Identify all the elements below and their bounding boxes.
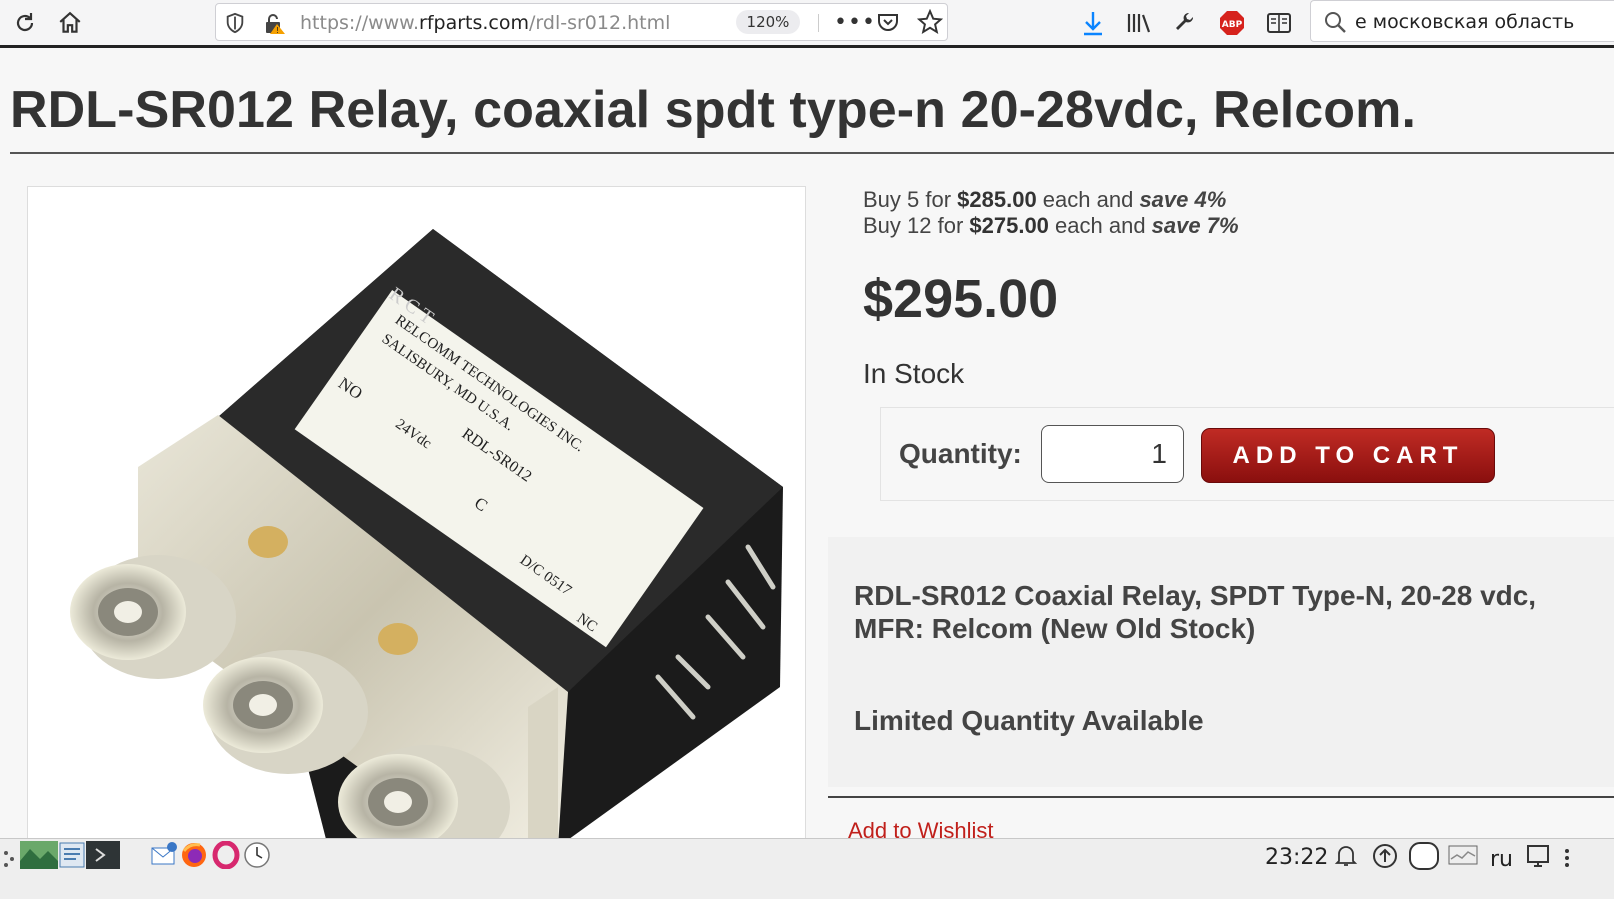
- opera-icon[interactable]: [212, 840, 240, 870]
- url-bar[interactable]: ! https://www.rfparts.com/rdl-sr012.html…: [215, 3, 948, 41]
- price-break-1: Buy 5 for $285.00 each and save 4%: [863, 187, 1239, 213]
- tray-menu-icon[interactable]: [1560, 847, 1574, 875]
- price-break-1-prefix: Buy 5 for: [863, 187, 958, 212]
- reload-icon[interactable]: [8, 6, 42, 40]
- firefox-icon[interactable]: [180, 841, 208, 869]
- price-break-2-price: $275.00: [969, 213, 1049, 238]
- url-path: /rdl-sr012.html: [529, 12, 671, 34]
- url-scheme: https://www.: [300, 12, 420, 34]
- bookmark-star-icon[interactable]: [916, 8, 944, 40]
- zoom-indicator[interactable]: 120%: [736, 10, 800, 34]
- tray-clock[interactable]: 23:22: [1265, 845, 1328, 870]
- relay-photo: RELCOMM TECHNOLOGIES INC. SALISBURY, MD …: [70, 229, 783, 847]
- home-icon[interactable]: [53, 6, 87, 40]
- connector-1: [70, 555, 236, 679]
- taskbar: 23:22 ru: [0, 838, 1614, 899]
- app-menu-icon[interactable]: [0, 845, 20, 873]
- stock-status: In Stock: [863, 358, 965, 389]
- search-text: е московская область: [1355, 11, 1575, 33]
- description-divider: [828, 796, 1614, 798]
- system-monitor-icon[interactable]: [1448, 843, 1478, 871]
- price-break-1-price: $285.00: [957, 187, 1037, 212]
- url-host: rfparts.com: [419, 12, 530, 34]
- add-to-cart-panel: Quantity: ADD TO CART: [880, 407, 1614, 501]
- adblock-label: ABP: [1222, 20, 1243, 30]
- product-image[interactable]: RELCOMM TECHNOLOGIES INC. SALISBURY, MD …: [27, 186, 806, 848]
- price-break-2-prefix: Buy 12 for: [863, 213, 970, 238]
- url-divider: [818, 14, 819, 32]
- clock-app-icon[interactable]: [243, 841, 271, 869]
- title-divider: [10, 152, 1614, 154]
- terminal-icon[interactable]: [86, 841, 120, 869]
- svg-text:!: !: [276, 26, 279, 35]
- product-description: RDL-SR012 Coaxial Relay, SPDT Type-N, 20…: [854, 580, 1537, 644]
- price-break-1-middle: each and: [1036, 187, 1140, 212]
- keyboard-layout[interactable]: ru: [1490, 847, 1513, 872]
- price-breaks: Buy 5 for $285.00 each and save 4% Buy 1…: [863, 187, 1239, 239]
- reader-view-icon[interactable]: [1262, 6, 1296, 40]
- product-price: $295.00: [863, 269, 1059, 329]
- connector-2: [203, 650, 368, 774]
- adblock-icon[interactable]: ABP: [1215, 6, 1249, 40]
- description-box: RDL-SR012 Coaxial Relay, SPDT Type-N, 20…: [828, 537, 1614, 787]
- pocket-icon[interactable]: [876, 10, 900, 39]
- url-text[interactable]: https://www.rfparts.com/rdl-sr012.html: [300, 12, 670, 34]
- files-icon[interactable]: [58, 841, 86, 869]
- update-icon[interactable]: [1372, 843, 1400, 871]
- desktop-icon[interactable]: [20, 841, 58, 869]
- show-desktop-icon[interactable]: [1526, 843, 1554, 871]
- wrench-icon[interactable]: [1168, 6, 1202, 40]
- price-break-2: Buy 12 for $275.00 each and save 7%: [863, 213, 1239, 239]
- quantity-input[interactable]: [1041, 425, 1184, 483]
- limited-quantity-note: Limited Quantity Available: [854, 705, 1204, 736]
- notification-bell-icon[interactable]: [1333, 843, 1361, 871]
- price-break-1-save: save 4%: [1139, 187, 1227, 212]
- download-icon[interactable]: [1076, 6, 1110, 40]
- price-break-2-middle: each and: [1048, 213, 1152, 238]
- mail-icon[interactable]: [150, 841, 178, 869]
- library-icon[interactable]: [1122, 6, 1156, 40]
- page-actions-icon[interactable]: •••: [834, 10, 876, 35]
- page-title: RDL-SR012 Relay, coaxial spdt type-n 20-…: [10, 81, 1417, 139]
- shield-icon[interactable]: [224, 12, 246, 39]
- network-status-icon[interactable]: [1408, 841, 1440, 870]
- insecure-lock-icon[interactable]: !: [262, 12, 286, 41]
- search-icon: [1323, 10, 1347, 39]
- add-to-cart-button[interactable]: ADD TO CART: [1201, 428, 1495, 483]
- price-break-2-save: save 7%: [1151, 213, 1239, 238]
- search-box[interactable]: е московская область: [1310, 0, 1614, 42]
- browser-toolbar: ! https://www.rfparts.com/rdl-sr012.html…: [0, 0, 1614, 48]
- quantity-label: Quantity:: [899, 438, 1022, 469]
